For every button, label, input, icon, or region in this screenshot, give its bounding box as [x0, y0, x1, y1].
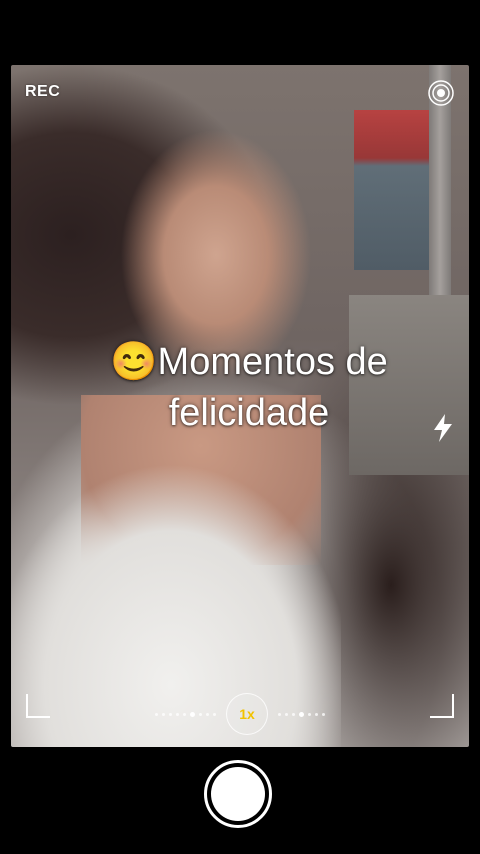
rec-indicator: REC: [25, 83, 61, 100]
zoom-button[interactable]: 1x: [226, 693, 268, 735]
settings-target-icon[interactable]: [427, 79, 455, 107]
zoom-dots-right: [278, 711, 325, 717]
caption-text: Momentos de felicidade: [157, 341, 388, 434]
background-storefront: [354, 110, 429, 270]
lightning-bolt-icon[interactable]: [431, 413, 455, 443]
shutter-button-icon: [211, 767, 265, 821]
caption-overlay: 😊Momentos de felicidade: [69, 337, 429, 439]
zoom-level-label: 1x: [239, 706, 255, 722]
camera-viewfinder[interactable]: REC 😊Momentos de felicidade 1x: [11, 65, 469, 747]
zoom-control: 1x: [11, 693, 469, 735]
shutter-button[interactable]: [204, 760, 272, 828]
zoom-dots-left: [155, 711, 216, 717]
smile-emoji-icon: 😊: [110, 341, 158, 383]
